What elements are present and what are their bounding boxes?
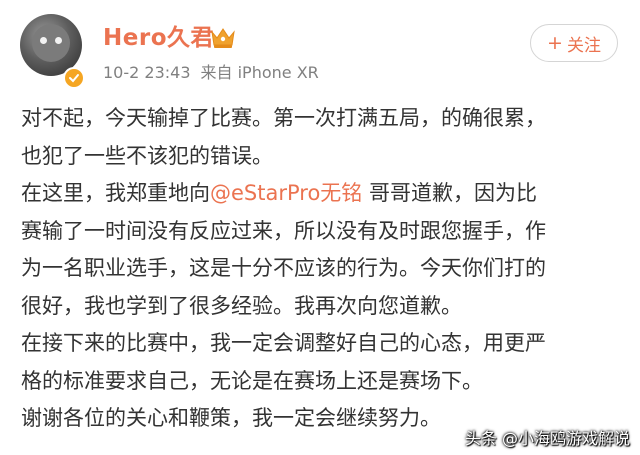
author-name[interactable]: Hero久君 [103, 24, 214, 52]
post-meta: 10-2 23:43 来自 iPhone XR [103, 63, 319, 83]
crown-member-icon [211, 28, 235, 48]
follow-label: 关注 [566, 35, 601, 56]
avatar-eye-left [40, 37, 47, 44]
post-line: 在这里，我郑重地向@eStarPro无铭 哥哥道歉，因为比 [21, 175, 633, 213]
post-text: 在这里，我郑重地向 [21, 181, 210, 205]
post-line: 为一名职业选手，这是十分不应该的行为。今天你们打的 [21, 256, 546, 280]
post-content: 对不起，今天输掉了比赛。第一次打满五局，的确很累， 也犯了一些不该犯的错误。 在… [21, 100, 633, 438]
watermark: 头条 @小海鸥游戏解说 [464, 429, 630, 448]
post-line: 对不起，今天输掉了比赛。第一次打满五局，的确很累， [21, 106, 546, 130]
avatar-image [32, 24, 70, 62]
post-text: 哥哥道歉，因为比 [362, 181, 537, 205]
avatar-eye-right [55, 37, 62, 44]
post-source: 来自 iPhone XR [200, 63, 319, 82]
post-line: 也犯了一些不该犯的错误。 [21, 143, 273, 168]
mention-link[interactable]: @eStarPro无铭 [210, 181, 362, 205]
plus-icon: + [547, 32, 563, 54]
post-line: 很好，我也学到了很多经验。我再次向您道歉。 [21, 293, 462, 318]
post-line: 赛输了一时间没有反应过来，所以没有及时跟您握手，作 [21, 218, 546, 243]
post-timestamp: 10-2 23:43 [103, 63, 191, 82]
follow-button[interactable]: + 关注 [530, 24, 618, 62]
post-line: 格的标准要求自己，无论是在赛场上还是赛场下。 [21, 368, 483, 393]
check-icon [69, 74, 79, 83]
verified-badge-icon [63, 67, 85, 89]
post-line: 在接下来的比赛中，我一定会调整好自己的心态，用更严 [21, 331, 546, 355]
